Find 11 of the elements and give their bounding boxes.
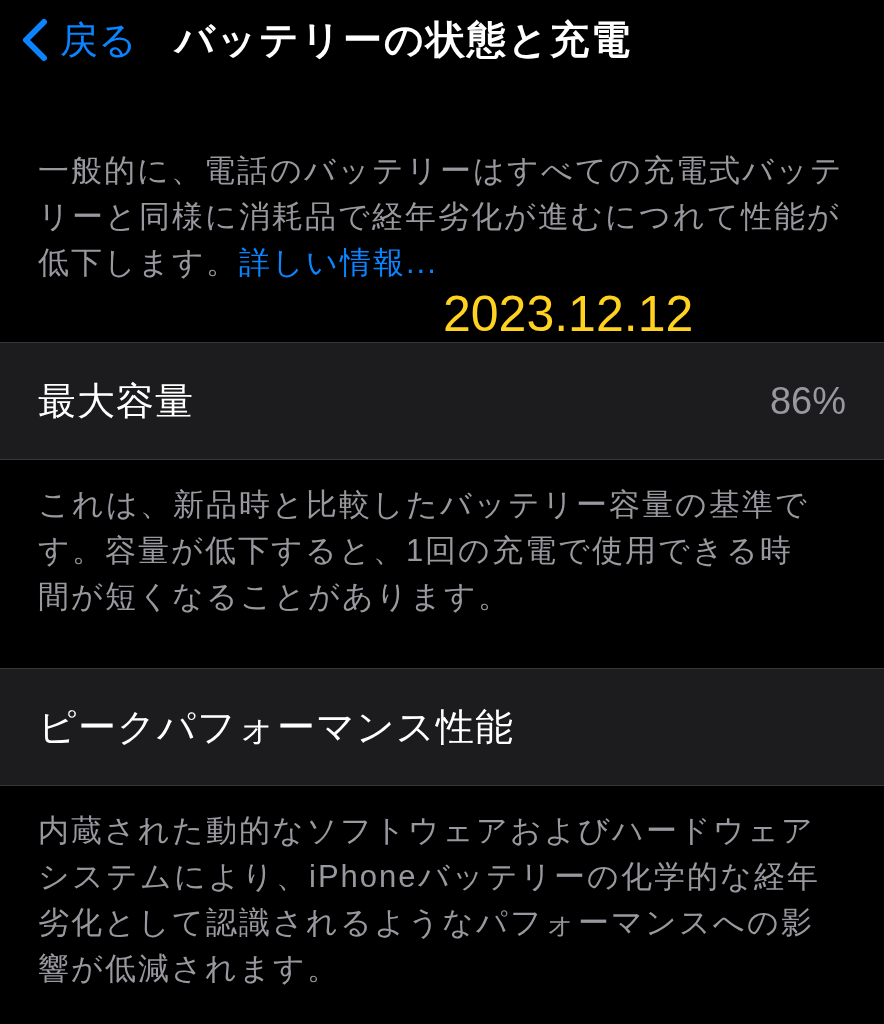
row-label: ピークパフォーマンス性能 bbox=[38, 704, 514, 750]
date-annotation: 2023.12.12 bbox=[443, 286, 694, 342]
section-footer: 内蔵された動的なソフトウェアおよびハードウェアシステムにより、iPhoneバッテリーの化学的な経年劣化として認識されるようなパフォーマンスへの影響が低減されます。 bbox=[0, 786, 884, 992]
section-footer: これは、新品時と比較したバッテリー容量の基準です。容量が低下すると、1回の充電で使用できる時間が短くなることがあります。 bbox=[0, 460, 884, 620]
learn-more-link[interactable]: 詳しい情報... bbox=[239, 245, 438, 280]
back-button[interactable]: 戻る bbox=[20, 11, 137, 69]
row-label: 最大容量 bbox=[38, 378, 194, 424]
row-value: 86% bbox=[769, 378, 846, 424]
page-title: バッテリーの状態と充電 bbox=[175, 16, 632, 63]
intro-text: 一般的に、電話のバッテリーはすべての充電式バッテリーと同様に消耗品で経年劣化が進むにつれて性能が低下します。詳しい情報... bbox=[37, 152, 845, 282]
chevron-left-icon bbox=[20, 18, 50, 62]
